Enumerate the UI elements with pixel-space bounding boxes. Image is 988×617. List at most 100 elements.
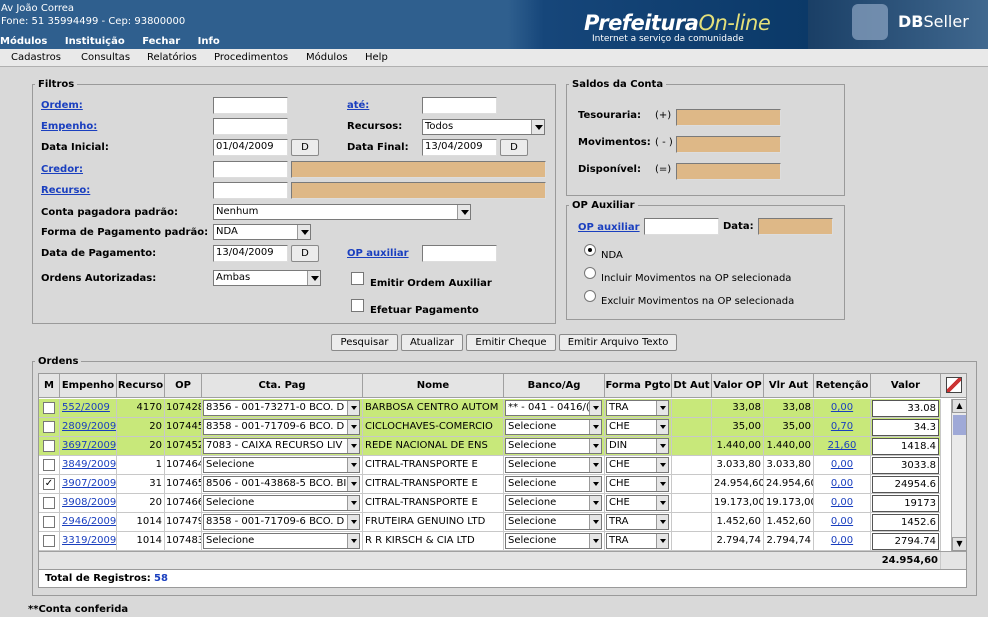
banco-ag-select[interactable]: Selecione <box>505 476 602 492</box>
forma-pgto-select[interactable]: TRA <box>606 533 669 549</box>
table-row[interactable]: 3319/2009 1014 107483 Selecione R R KIRSCH &… <box>39 532 951 551</box>
op-auxiliar-panel-input[interactable] <box>644 218 719 235</box>
forma-pgto-select[interactable]: TRA <box>606 400 669 416</box>
empenho-link[interactable]: 3908/2009 <box>62 497 116 508</box>
recurso-link[interactable]: Recurso: <box>41 185 90 196</box>
retencao-link[interactable]: 21,60 <box>828 440 857 451</box>
row-select-checkbox[interactable] <box>43 497 55 509</box>
banco-ag-select[interactable]: Selecione <box>505 419 602 435</box>
table-row[interactable]: 2946/2009 1014 107479 8358 - 001-71709-6 BC… <box>39 513 951 532</box>
table-row[interactable]: 3849/2009 1 107464 Selecione CITRAL-TRANSPOR… <box>39 456 951 475</box>
table-row[interactable]: 3697/2009 20 107452 7083 - CAIXA RECURSO LI… <box>39 437 951 456</box>
column-settings-button[interactable] <box>941 374 966 398</box>
row-select-checkbox[interactable] <box>43 421 55 433</box>
col-header-m[interactable]: M <box>39 374 60 398</box>
valor-input[interactable]: 1452.6 <box>872 514 939 531</box>
recurso-code-input[interactable] <box>213 182 288 199</box>
banco-ag-select[interactable]: Selecione <box>505 533 602 549</box>
empenho-input[interactable] <box>213 118 288 135</box>
scroll-thumb[interactable] <box>953 415 966 435</box>
col-header-dt-aut[interactable]: Dt Aut <box>672 374 712 398</box>
col-header-nome[interactable]: Nome <box>363 374 504 398</box>
cta-pag-select[interactable]: 8358 - 001-71709-6 BCO. D <box>203 514 360 530</box>
row-select-checkbox[interactable]: ✓ <box>43 478 55 490</box>
conta-pagadora-select[interactable]: Nenhum <box>213 204 471 220</box>
table-row[interactable]: 552/2009 4170 107428 8356 - 001-73271-0 BCO… <box>39 399 951 418</box>
col-header-empenho[interactable]: Empenho <box>60 374 117 398</box>
op-auxiliar-panel-link[interactable]: OP auxiliar <box>578 222 640 233</box>
row-select-checkbox[interactable] <box>43 459 55 471</box>
valor-input[interactable]: 34.3 <box>872 419 939 436</box>
data-final-date-button[interactable]: D <box>500 139 528 156</box>
col-header-banco-ag[interactable]: Banco/Ag <box>504 374 605 398</box>
col-header-valor[interactable]: Valor <box>871 374 941 398</box>
col-header-retencao[interactable]: Retenção <box>814 374 871 398</box>
cta-pag-select[interactable]: 7083 - CAIXA RECURSO LIV <box>203 438 360 454</box>
empenho-link[interactable]: 552/2009 <box>62 402 110 413</box>
menu-modulos[interactable]: Módulos <box>306 52 348 63</box>
op-auxiliar-input[interactable] <box>422 245 497 262</box>
menu-cadastros[interactable]: Cadastros <box>11 52 61 63</box>
valor-input[interactable]: 2794.74 <box>872 533 939 550</box>
emitir-arquivo-texto-button[interactable]: Emitir Arquivo Texto <box>559 334 677 351</box>
top-menu-info[interactable]: Info <box>198 36 220 47</box>
top-menu-instituicao[interactable]: Instituição <box>65 36 125 47</box>
table-scrollbar[interactable]: ▲ ▼ <box>951 399 966 551</box>
emitir-cheque-button[interactable]: Emitir Cheque <box>466 334 556 351</box>
empenho-link[interactable]: 2809/2009 <box>62 421 116 432</box>
cta-pag-select[interactable]: Selecione <box>203 533 360 549</box>
credor-code-input[interactable] <box>213 161 288 178</box>
retencao-link[interactable]: 0,00 <box>831 497 853 508</box>
cta-pag-select[interactable]: 8506 - 001-43868-5 BCO. BI <box>203 476 360 492</box>
ordens-autorizadas-select[interactable]: Ambas <box>213 270 321 286</box>
menu-procedimentos[interactable]: Procedimentos <box>214 52 288 63</box>
retencao-link[interactable]: 0,70 <box>831 421 853 432</box>
retencao-link[interactable]: 0,00 <box>831 478 853 489</box>
empenho-link[interactable]: 2946/2009 <box>62 516 116 527</box>
col-header-forma-pgto[interactable]: Forma Pgto <box>605 374 672 398</box>
atualizar-button[interactable]: Atualizar <box>401 334 463 351</box>
data-final-input[interactable]: 13/04/2009 <box>422 139 497 156</box>
ordem-link[interactable]: Ordem: <box>41 100 83 111</box>
empenho-link[interactable]: 3849/2009 <box>62 459 116 470</box>
emitir-ordem-checkbox[interactable] <box>351 272 364 285</box>
forma-pagamento-select[interactable]: NDA <box>213 224 311 240</box>
table-row[interactable]: 2809/2009 20 107445 8358 - 001-71709-6 BCO.… <box>39 418 951 437</box>
table-row[interactable]: 3908/2009 20 107466 Selecione CITRAL-TRANSPO… <box>39 494 951 513</box>
scroll-down-icon[interactable]: ▼ <box>952 537 966 551</box>
op-auxiliar-link[interactable]: OP auxiliar <box>347 248 409 259</box>
forma-pgto-select[interactable]: CHE <box>606 495 669 511</box>
pesquisar-button[interactable]: Pesquisar <box>331 334 398 351</box>
menu-help[interactable]: Help <box>365 52 388 63</box>
cta-pag-select[interactable]: Selecione <box>203 495 360 511</box>
forma-pgto-select[interactable]: CHE <box>606 476 669 492</box>
menu-relatorios[interactable]: Relatórios <box>147 52 197 63</box>
col-header-recurso[interactable]: Recurso <box>117 374 165 398</box>
efetuar-pagamento-checkbox[interactable] <box>351 299 364 312</box>
forma-pgto-select[interactable]: TRA <box>606 514 669 530</box>
valor-input[interactable]: 1418.4 <box>872 438 939 455</box>
menu-consultas[interactable]: Consultas <box>81 52 130 63</box>
row-select-checkbox[interactable] <box>43 440 55 452</box>
retencao-link[interactable]: 0,00 <box>831 459 853 470</box>
table-row[interactable]: ✓ 3907/2009 31 107465 8506 - 001-43868-5 BCO… <box>39 475 951 494</box>
banco-ag-select[interactable]: ** - 041 - 0416/( <box>505 400 602 416</box>
empenho-link[interactable]: Empenho: <box>41 121 97 132</box>
data-pagamento-date-button[interactable]: D <box>291 245 319 262</box>
top-menu-fechar[interactable]: Fechar <box>142 36 180 47</box>
forma-pgto-select[interactable]: CHE <box>606 419 669 435</box>
row-select-checkbox[interactable] <box>43 402 55 414</box>
retencao-link[interactable]: 0,00 <box>831 402 853 413</box>
col-header-cta-pag[interactable]: Cta. Pag <box>202 374 363 398</box>
data-inicial-date-button[interactable]: D <box>291 139 319 156</box>
banco-ag-select[interactable]: Selecione <box>505 438 602 454</box>
col-header-op[interactable]: OP <box>165 374 202 398</box>
radio-incluir[interactable] <box>584 267 596 279</box>
credor-link[interactable]: Credor: <box>41 164 83 175</box>
empenho-link[interactable]: 3907/2009 <box>62 478 116 489</box>
col-header-vlr-aut[interactable]: Vlr Aut <box>764 374 814 398</box>
cta-pag-select[interactable]: Selecione <box>203 457 360 473</box>
retencao-link[interactable]: 0,00 <box>831 516 853 527</box>
banco-ag-select[interactable]: Selecione <box>505 514 602 530</box>
cta-pag-select[interactable]: 8356 - 001-73271-0 BCO. D <box>203 400 360 416</box>
